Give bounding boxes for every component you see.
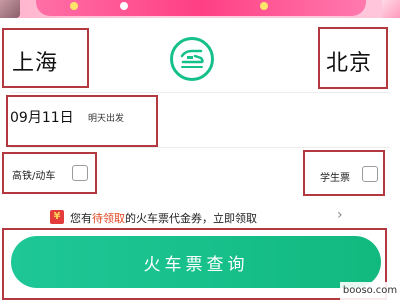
from-city[interactable]: 上海 <box>12 45 58 77</box>
banner-thumbnail-left <box>0 0 20 18</box>
search-trains-button[interactable]: 火车票查询 <box>11 236 381 288</box>
student-ticket-checkbox[interactable] <box>362 166 378 182</box>
train-swap-icon[interactable] <box>170 37 214 81</box>
coupon-promo-suffix: 的火车票代金券，立即领取 <box>125 212 257 225</box>
chevron-right-icon[interactable]: › <box>337 207 343 223</box>
train-swap-glyph <box>180 49 204 68</box>
coupon-promo-link[interactable]: 您有待领取的火车票代金券，立即领取 <box>70 210 257 226</box>
departure-date-hint: 明天出发 <box>88 114 125 124</box>
banner-card <box>36 0 366 16</box>
watermark: booso.com <box>340 282 400 300</box>
gaotie-checkbox[interactable] <box>72 165 88 181</box>
student-ticket-label: 学生票 <box>320 173 350 184</box>
banner-decoration <box>120 2 128 10</box>
gaotie-label: 高铁/动车 <box>12 171 56 182</box>
to-city[interactable]: 北京 <box>326 45 372 77</box>
coupon-promo-highlight: 待领取 <box>92 212 125 225</box>
departure-date[interactable]: 09月11日 <box>10 107 74 127</box>
top-banner[interactable] <box>0 0 400 18</box>
coupon-icon: ¥ <box>50 210 64 224</box>
banner-decoration <box>260 2 268 10</box>
divider <box>10 92 390 93</box>
coupon-promo-prefix: 您有 <box>70 212 92 225</box>
banner-thumbnail-right <box>382 0 400 18</box>
divider <box>10 147 390 148</box>
banner-decoration <box>70 2 78 10</box>
